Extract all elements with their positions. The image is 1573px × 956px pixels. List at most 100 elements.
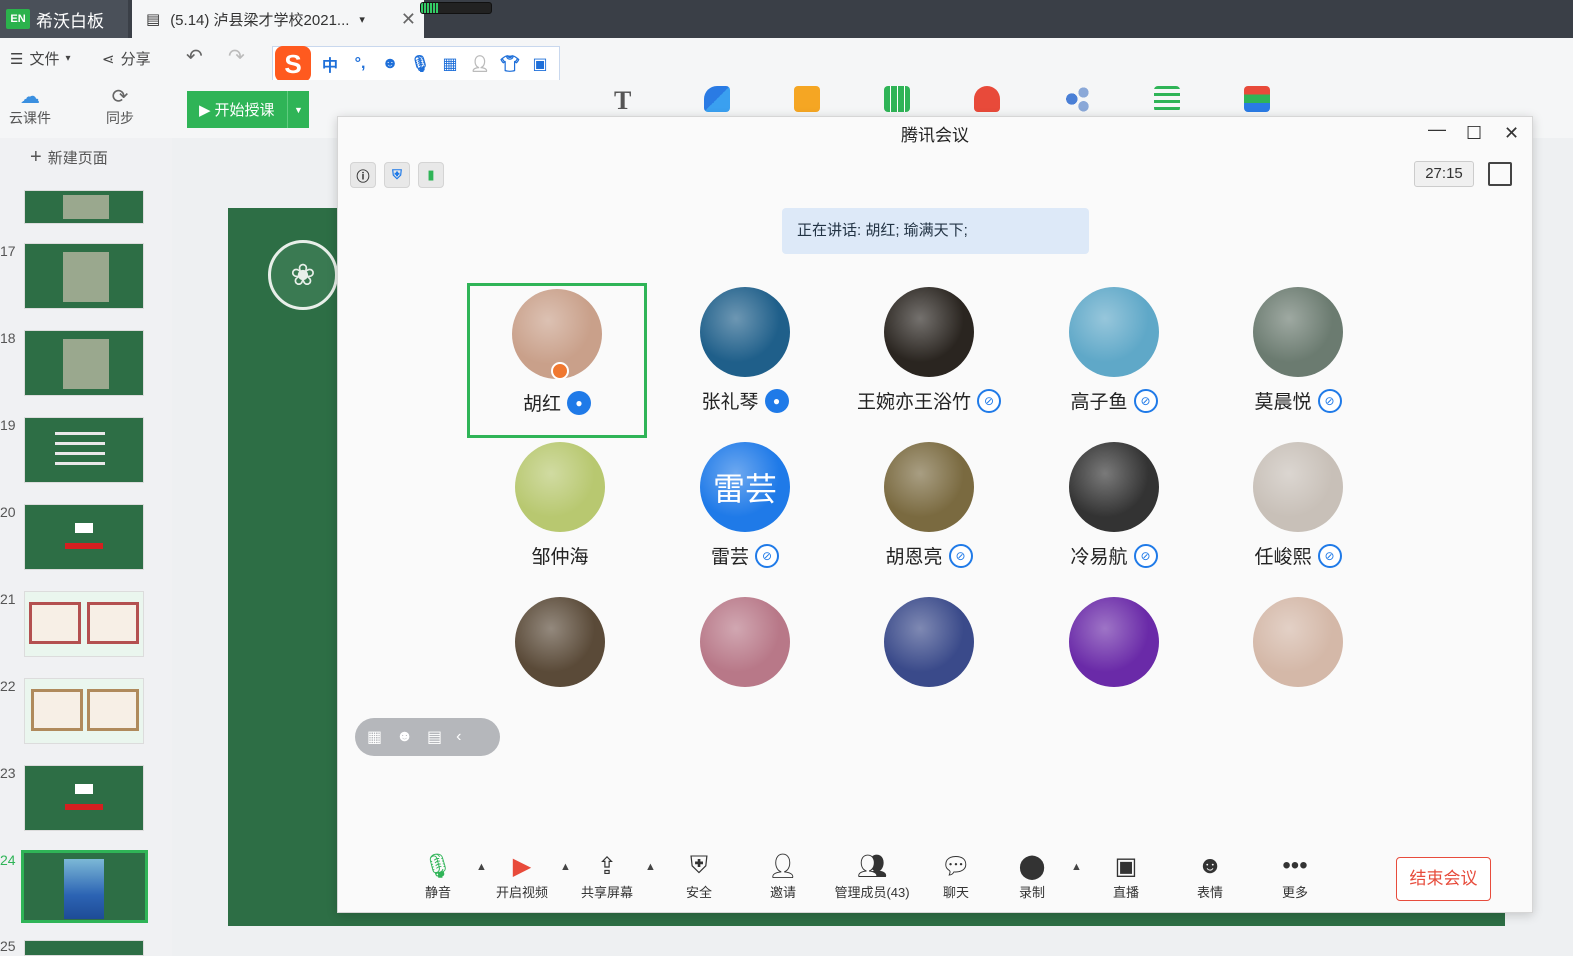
image-tool-icon[interactable] [794, 86, 820, 112]
security-icon: ⛨ [690, 852, 708, 879]
mic-muted-icon: ⊘ [948, 543, 973, 568]
text-tool-icon[interactable]: T [614, 86, 640, 115]
mindmap-tool-icon[interactable] [1064, 86, 1090, 112]
manage-members-button[interactable]: 👥︎ 管理成员(43) [824, 852, 920, 901]
undo-button[interactable]: ↶ [186, 44, 203, 69]
participant-card[interactable]: 高子鱼 ⊘ [1024, 287, 1204, 414]
sogou-logo[interactable]: S [275, 46, 311, 82]
participant-card[interactable]: 王婉亦王浴竹 ⊘ [839, 287, 1019, 414]
microphone-icon[interactable]: 🎙︎ [409, 53, 431, 75]
participant-card[interactable] [1024, 597, 1204, 687]
slide-thumbnail-selected[interactable] [21, 850, 148, 923]
avatar [700, 287, 790, 377]
chevron-up-icon[interactable]: ▲ [1071, 861, 1082, 873]
keyboard-icon[interactable]: ▦ [439, 53, 461, 75]
info-icon[interactable]: ⓘ [350, 162, 376, 188]
table-tool-icon[interactable] [884, 86, 910, 112]
live-button[interactable]: ▣ 直播 [1086, 852, 1166, 901]
end-meeting-button[interactable]: 结束会议 [1396, 857, 1491, 901]
slide-thumbnail[interactable] [24, 504, 144, 570]
slide-thumbnail[interactable] [24, 940, 144, 956]
share-screen-button[interactable]: ⇪ 共享屏幕 [567, 852, 647, 901]
chevron-down-icon[interactable]: ▾ [359, 13, 365, 26]
maximize-icon[interactable]: ☐ [1466, 123, 1482, 144]
fullscreen-icon[interactable] [1488, 162, 1512, 186]
participant-card[interactable]: 胡红 ● [467, 283, 647, 438]
avatar [1253, 442, 1343, 532]
toolbox-icon[interactable]: ▣ [529, 53, 551, 75]
participant-card[interactable] [470, 597, 650, 687]
signal-icon[interactable]: ▮ [418, 162, 444, 188]
slide-thumbnail[interactable] [24, 765, 144, 831]
mic-muted-icon: ⊘ [977, 388, 1001, 413]
participant-name: 雷芸 [710, 547, 749, 568]
slide-thumbnail[interactable] [24, 417, 144, 483]
participant-card[interactable]: 邹仲海 [470, 442, 650, 569]
emoji-icon[interactable]: ☻ [396, 728, 413, 746]
invite-button[interactable]: 👤︎ 邀请 [743, 852, 823, 901]
new-page-button[interactable]: + 新建页面 [30, 146, 108, 169]
mic-muted-icon: ⊘ [755, 543, 779, 568]
close-icon[interactable]: ✕ [1504, 123, 1519, 144]
participant-card[interactable] [839, 597, 1019, 687]
shield-icon[interactable]: ⛨ [384, 162, 410, 188]
slide-thumbnail[interactable] [24, 330, 144, 396]
skin-icon[interactable]: 👕︎ [499, 53, 521, 75]
video-button[interactable]: ▶︎ 开启视频 [482, 852, 562, 901]
subject-tool-icon[interactable] [1244, 86, 1270, 112]
mic-muted-icon: ⊘ [1133, 543, 1158, 568]
mute-label: 静音 [424, 885, 451, 900]
participant-card[interactable]: 胡恩亮 ⊘ [839, 442, 1019, 569]
meeting-controls: 🎙︎ 静音 ▲ ▶︎ 开启视频 ▲ ⇪ 共享屏幕 ▲ ⛨ 安全 👤︎ 邀请 👥︎… [338, 847, 1532, 907]
record-button[interactable]: ⬤ 录制 [992, 852, 1072, 901]
participant-card[interactable]: 雷芸 雷芸 ⊘ [655, 442, 835, 569]
sync-button[interactable]: ⟳ 同步 [92, 84, 148, 128]
ime-lang-toggle[interactable]: 中 [319, 53, 341, 75]
mute-button[interactable]: 🎙︎ 静音 [398, 852, 478, 901]
layout-icon[interactable]: ▦ [367, 727, 382, 747]
chevron-up-icon[interactable]: ▲ [645, 861, 656, 873]
reaction-button[interactable]: ☻ 表情 [1170, 852, 1250, 901]
members-icon: 👥︎ [856, 853, 888, 880]
avatar [515, 442, 605, 532]
user-icon[interactable]: 👤︎ [469, 53, 491, 75]
start-class-button[interactable]: ▶ 开始授课 ▼ [187, 91, 309, 128]
redo-button[interactable]: ↷ [228, 44, 245, 69]
close-tab-icon[interactable]: ✕ [401, 9, 416, 30]
participant-card[interactable] [655, 597, 835, 687]
slide-thumbnail[interactable] [24, 678, 144, 744]
participant-name: 胡红 [522, 394, 561, 415]
collapse-icon[interactable]: ‹ [456, 728, 461, 746]
minimize-icon[interactable]: — [1428, 119, 1446, 140]
list-tool-icon[interactable] [1154, 86, 1180, 112]
slide-thumbnail[interactable] [24, 190, 144, 224]
file-menu[interactable]: ☰ 文件 ▾ [10, 48, 71, 69]
slide-thumbnail[interactable] [24, 591, 144, 657]
share-menu[interactable]: ⋖ 分享 [102, 48, 151, 69]
chat-icon[interactable]: ▤ [427, 727, 442, 747]
participant-card[interactable] [1208, 597, 1388, 687]
more-icon: ••• [1282, 852, 1308, 879]
live-icon: ▣ [1114, 853, 1138, 880]
emoji-icon[interactable]: ☻ [379, 53, 401, 75]
participant-card[interactable]: 冷易航 ⊘ [1024, 442, 1204, 569]
chat-button[interactable]: 💬︎ 聊天 [916, 852, 996, 901]
slide-thumbnail[interactable] [24, 243, 144, 309]
app-tab[interactable]: EN 希沃白板 [0, 0, 128, 38]
video-off-icon: ▶︎ [512, 853, 532, 880]
participant-card[interactable]: 张礼琴 ● [655, 287, 835, 414]
shape-tool-icon[interactable] [704, 86, 730, 112]
participant-card[interactable]: 莫晨悦 ⊘ [1208, 287, 1388, 414]
participant-card[interactable]: 任峻熙 ⊘ [1208, 442, 1388, 569]
document-tab[interactable]: ▤ (5.14) 泸县梁才学校2021... ▾ ✕ [132, 0, 424, 38]
ime-toolbar: S 中 °, ☻ 🎙︎ ▦ 👤︎ 👕︎ ▣ [272, 46, 560, 82]
participant-name: 胡恩亮 [885, 547, 943, 568]
more-button[interactable]: ••• 更多 [1255, 852, 1335, 901]
ime-punct-toggle[interactable]: °, [349, 53, 371, 75]
cloud-courseware-button[interactable]: ☁ 云课件 [2, 84, 58, 128]
status-bar: ⓘ ⛨ ▮ [350, 162, 444, 188]
security-button[interactable]: ⛨ 安全 [659, 852, 739, 901]
file-menu-label: 文件 [29, 51, 60, 68]
person-tool-icon[interactable] [974, 86, 1000, 112]
chevron-down-icon[interactable]: ▼ [287, 91, 309, 128]
